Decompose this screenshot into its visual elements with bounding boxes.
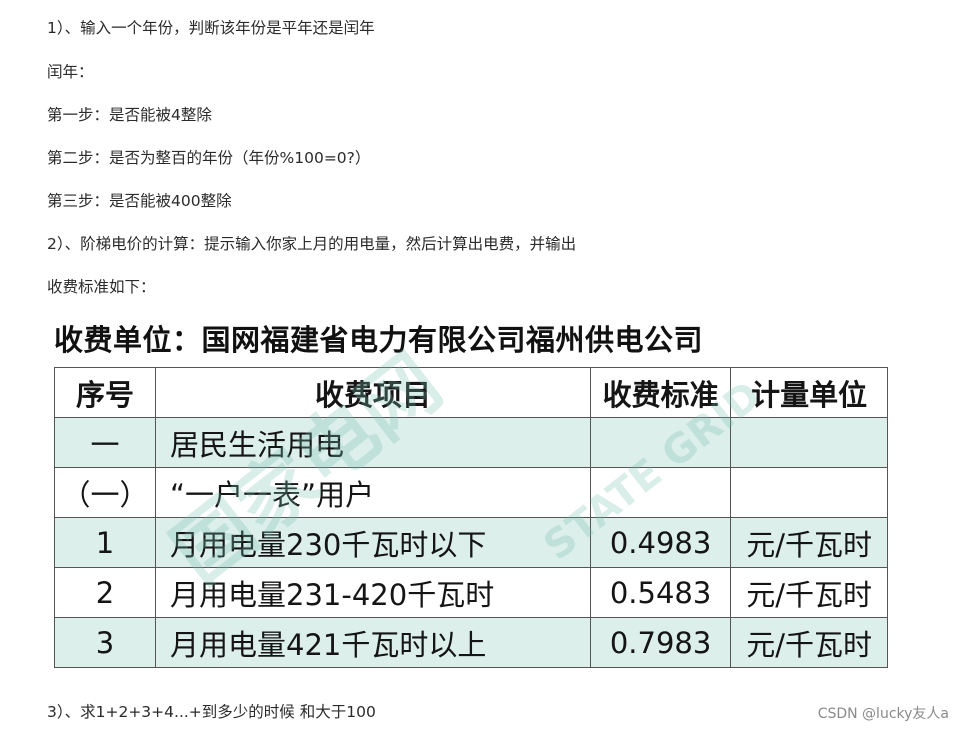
cell-item: 月用电量230千瓦时以下 — [155, 517, 591, 568]
fee-table-image: 收费单位：国网福建省电力有限公司福州供电公司 序号 收费项目 收费标准 计量单位… — [52, 318, 888, 682]
header-item: 收费项目 — [155, 367, 591, 418]
table-row: （一） “一户一表”用户 — [53, 467, 888, 518]
cell-unit: 元/千瓦时 — [730, 617, 888, 668]
fee-table: 序号 收费项目 收费标准 计量单位 一 居民生活用电 （一） “一户一表”用户 … — [53, 367, 888, 668]
header-index: 序号 — [53, 367, 157, 418]
leap-year-label: 闰年： — [47, 63, 94, 81]
cell-index: 3 — [53, 617, 157, 668]
cell-unit: 元/千瓦时 — [730, 567, 888, 618]
fee-standard-label: 收费标准如下： — [47, 278, 156, 296]
question-3: 3）、求1+2+3+4...+到多少的时候 和大于100 — [47, 703, 376, 721]
fee-table-title: 收费单位：国网福建省电力有限公司福州供电公司 — [54, 323, 704, 357]
cell-rate: 0.5483 — [589, 567, 732, 618]
cell-unit — [730, 467, 888, 518]
cell-rate: 0.4983 — [589, 517, 732, 568]
cell-index: 1 — [53, 517, 157, 568]
cell-index: （一） — [53, 467, 157, 518]
cell-rate: 0.7983 — [589, 617, 732, 668]
cell-item: 月用电量421千瓦时以上 — [155, 617, 591, 668]
header-unit: 计量单位 — [730, 367, 888, 418]
cell-rate — [589, 417, 732, 468]
table-row: 3 月用电量421千瓦时以上 0.7983 元/千瓦时 — [53, 617, 888, 668]
cell-unit: 元/千瓦时 — [730, 517, 888, 568]
step-3: 第三步：是否能被400整除 — [47, 192, 232, 210]
fee-table-header-row: 序号 收费项目 收费标准 计量单位 — [53, 367, 888, 418]
step-2: 第二步：是否为整百的年份（年份%100=0?） — [47, 149, 371, 167]
cell-unit — [730, 417, 888, 468]
cell-item: 居民生活用电 — [155, 417, 591, 468]
cell-index: 2 — [53, 567, 157, 618]
cell-item: “一户一表”用户 — [155, 467, 591, 518]
cell-index: 一 — [53, 417, 157, 468]
table-row: 一 居民生活用电 — [53, 417, 888, 468]
table-row: 1 月用电量230千瓦时以下 0.4983 元/千瓦时 — [53, 517, 888, 568]
table-row: 2 月用电量231-420千瓦时 0.5483 元/千瓦时 — [53, 567, 888, 618]
step-1: 第一步：是否能被4整除 — [47, 106, 212, 124]
cell-item: 月用电量231-420千瓦时 — [155, 567, 591, 618]
cell-rate — [589, 467, 732, 518]
question-2: 2）、阶梯电价的计算：提示输入你家上月的用电量，然后计算出电费，并输出 — [47, 235, 577, 253]
csdn-credit: CSDN @lucky友人a — [817, 706, 949, 722]
header-rate: 收费标准 — [589, 367, 732, 418]
question-1: 1）、输入一个年份，判断该年份是平年还是闰年 — [47, 19, 375, 37]
